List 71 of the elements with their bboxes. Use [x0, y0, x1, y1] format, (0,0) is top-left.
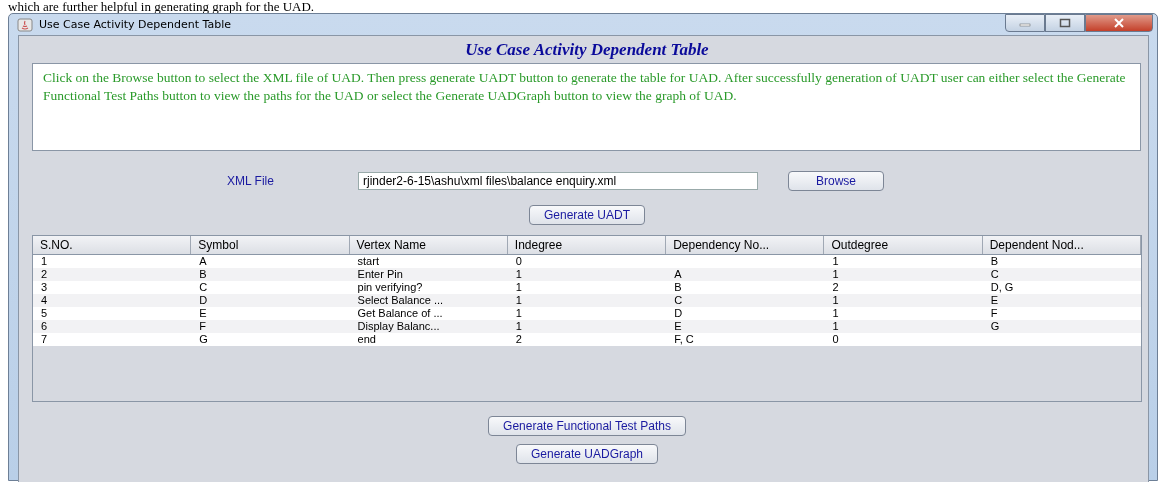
table-cell-text: B: [989, 255, 1000, 268]
xml-file-label: XML File: [227, 174, 275, 188]
table-cell-text: C: [673, 294, 684, 307]
table-cell-text: 1: [831, 268, 840, 281]
instructions-text: Click on the Browse button to select the XML file of UAD. Then press generate UADT button to generate the table for UAD. After successfully generation of UADT user can either select the Generate Functional Test Paths button to view the paths for the UAD or select the Generate UADGraph button to view the graph of UAD.: [43, 70, 1126, 103]
table-cell-text: Display Balanc...: [356, 320, 441, 333]
column-header[interactable]: Symbol: [191, 236, 350, 254]
table-cell-text: 1: [514, 268, 523, 281]
table-cell-text: A: [673, 268, 683, 281]
column-header[interactable]: Indegree: [507, 236, 667, 254]
table-cell-text: 1: [831, 294, 840, 307]
table-cell-text: Enter Pin: [356, 268, 404, 281]
table-cell-text: C: [989, 268, 1000, 281]
generate-button[interactable]: Generate UADGraph: [515, 444, 659, 464]
table-cell-text: 1: [514, 294, 523, 307]
table-cell-text: G: [989, 320, 1001, 333]
app-icon: [17, 16, 33, 33]
table-cell-text: 1: [831, 307, 840, 320]
table-cell-text: D: [198, 294, 209, 307]
table-cell-text: start: [356, 255, 380, 268]
close-icon: [1113, 18, 1125, 28]
table-cell-text: B: [198, 268, 208, 281]
window-title: Use Case Activity Dependent Table: [39, 18, 232, 31]
table-cell-text: 1: [40, 255, 49, 268]
table-cell-text: 7: [40, 333, 49, 346]
table-cell-text: C: [198, 281, 209, 294]
table-cell-text: 1: [831, 320, 840, 333]
table-cell-text: 3: [40, 281, 49, 294]
column-header[interactable]: Dependent Nod...: [982, 236, 1141, 254]
table-cell-text: 1: [514, 281, 523, 294]
heading: Use Case Activity Dependent Table: [464, 39, 710, 61]
table-cell-text: F: [989, 307, 999, 320]
browse-button[interactable]: Browse: [788, 171, 884, 191]
table-cell-text: E: [989, 294, 1000, 307]
column-header[interactable]: S.NO.: [33, 236, 192, 254]
table-cell-text: E: [673, 320, 683, 333]
table-cell-text: end: [356, 333, 377, 346]
table-cell-text: E: [198, 307, 208, 320]
table-cell-text: Get Balance of ...: [356, 307, 444, 320]
table-cell-text: Select Balance ...: [356, 294, 445, 307]
table-cell-text: 1: [831, 255, 840, 268]
table-cell-text: 0: [831, 333, 840, 346]
generate-button[interactable]: Generate Functional Test Paths: [488, 416, 686, 436]
table-cell-text: 2: [40, 268, 49, 281]
table-cell-text: F, C: [673, 333, 695, 346]
table-cell-text: 5: [40, 307, 49, 320]
table-cell-text: B: [673, 281, 683, 294]
close-button[interactable]: [1085, 14, 1153, 32]
table-cell-text: 1: [514, 320, 523, 333]
document-text: which are further helpful in generating graph for the UAD.: [7, 0, 316, 13]
table-cell-text: A: [198, 255, 208, 268]
column-header[interactable]: Dependency No...: [666, 236, 825, 254]
table-cell-text: 0: [514, 255, 523, 268]
generate-uadt-button[interactable]: Generate UADT: [528, 205, 645, 225]
xml-file-field[interactable]: rjinder2-6-15\ashu\xml files\balance enquiry.xml: [358, 172, 758, 190]
table-cell-text: 1: [514, 307, 523, 320]
column-header[interactable]: Outdegree: [824, 236, 983, 254]
table-cell-text: F: [198, 320, 207, 333]
table-cell-text: 4: [40, 294, 49, 307]
table-cell-text: 2: [514, 333, 523, 346]
table-cell-text: pin verifying?: [356, 281, 424, 294]
table-cell-text: D: [673, 307, 684, 320]
table-cell-text: G: [198, 333, 209, 346]
table-cell-text: 6: [40, 320, 49, 333]
minimize-button[interactable]: [1005, 14, 1045, 32]
maximize-icon: [1059, 18, 1071, 28]
table-cell-text: D, G: [989, 281, 1015, 294]
table-cell-text: 2: [831, 281, 840, 294]
instructions-text-area[interactable]: [32, 63, 1141, 151]
column-header[interactable]: Vertex Name: [349, 236, 508, 254]
maximize-button[interactable]: [1045, 14, 1085, 32]
